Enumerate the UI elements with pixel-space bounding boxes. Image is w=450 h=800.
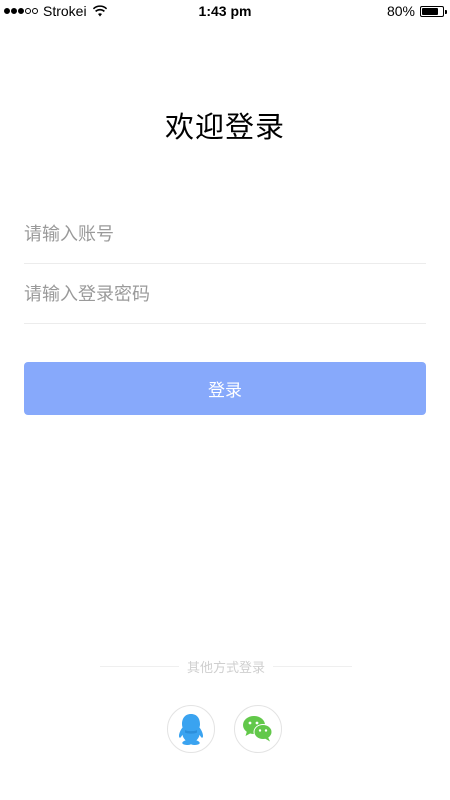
wifi-icon: [92, 5, 107, 17]
account-field: [24, 206, 426, 264]
battery-icon: [420, 5, 447, 17]
divider-line-left: [100, 665, 179, 667]
battery-level: [422, 7, 438, 15]
divider-line-right: [273, 665, 353, 667]
cellular-signal-icon: [4, 8, 38, 14]
login-button[interactable]: 登录: [24, 362, 426, 415]
qq-login-button[interactable]: [167, 705, 215, 753]
wechat-icon: [243, 716, 273, 742]
wechat-login-button[interactable]: [234, 705, 282, 753]
battery-percent: 80%: [386, 3, 415, 19]
status-bar: Strokei 1:43 pm 80%: [0, 0, 450, 22]
qq-icon: [179, 714, 203, 745]
carrier-name: Strokei: [43, 3, 87, 19]
other-login-divider: 其他方式登录: [100, 656, 353, 676]
status-bar-left: Strokei: [0, 3, 107, 19]
status-bar-right: 80%: [387, 3, 450, 19]
page-title: 欢迎登录: [164, 110, 285, 144]
password-field: [24, 266, 426, 324]
password-input[interactable]: [24, 266, 426, 323]
other-login-label: 其他方式登录: [187, 660, 266, 676]
account-input[interactable]: [24, 206, 426, 263]
